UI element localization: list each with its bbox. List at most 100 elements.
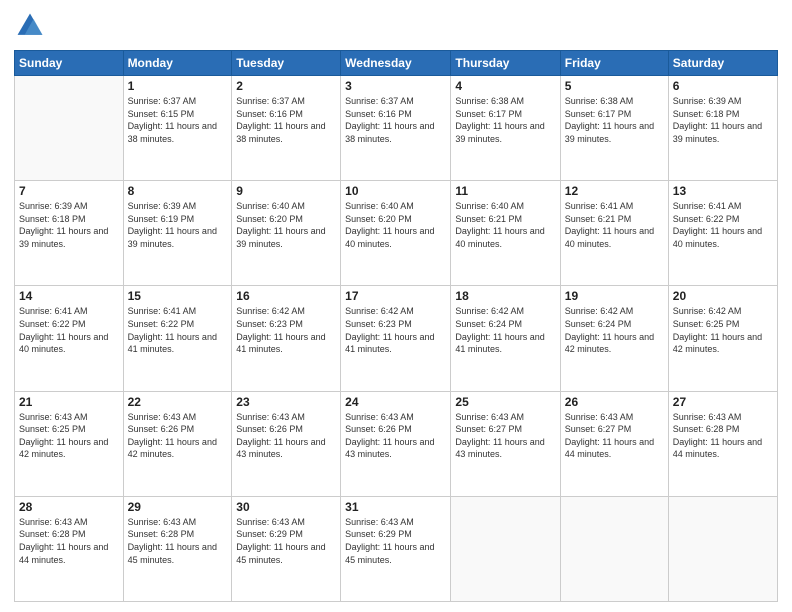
day-cell: 4 Sunrise: 6:38 AMSunset: 6:17 PMDaylight… (451, 76, 560, 181)
day-info: Sunrise: 6:41 AMSunset: 6:22 PMDaylight:… (673, 200, 773, 250)
day-number: 26 (565, 395, 664, 409)
day-cell: 11 Sunrise: 6:40 AMSunset: 6:21 PMDayligh… (451, 181, 560, 286)
week-row-3: 14 Sunrise: 6:41 AMSunset: 6:22 PMDayligh… (15, 286, 778, 391)
day-cell: 17 Sunrise: 6:42 AMSunset: 6:23 PMDayligh… (341, 286, 451, 391)
day-info: Sunrise: 6:43 AMSunset: 6:29 PMDaylight:… (345, 516, 446, 566)
week-row-5: 28 Sunrise: 6:43 AMSunset: 6:28 PMDayligh… (15, 496, 778, 601)
day-info: Sunrise: 6:37 AMSunset: 6:16 PMDaylight:… (345, 95, 446, 145)
day-cell (451, 496, 560, 601)
day-cell: 30 Sunrise: 6:43 AMSunset: 6:29 PMDayligh… (232, 496, 341, 601)
week-row-4: 21Sunrise: 6:43 AMSunset: 6:25 PMDayligh… (15, 391, 778, 496)
day-cell: 20 Sunrise: 6:42 AMSunset: 6:25 PMDayligh… (668, 286, 777, 391)
day-info: Sunrise: 6:37 AMSunset: 6:15 PMDaylight:… (128, 95, 228, 145)
day-cell: 3 Sunrise: 6:37 AMSunset: 6:16 PMDaylight… (341, 76, 451, 181)
day-cell: 15 Sunrise: 6:41 AMSunset: 6:22 PMDayligh… (123, 286, 232, 391)
day-number: 16 (236, 289, 336, 303)
day-info: Sunrise: 6:40 AMSunset: 6:21 PMDaylight:… (455, 200, 555, 250)
day-number: 27 (673, 395, 773, 409)
day-number: 5 (565, 79, 664, 93)
weekday-header-sunday: Sunday (15, 51, 124, 76)
day-info: Sunrise: 6:39 AMSunset: 6:18 PMDaylight:… (673, 95, 773, 145)
day-cell: 9Sunrise: 6:40 AMSunset: 6:20 PMDaylight… (232, 181, 341, 286)
day-cell: 23 Sunrise: 6:43 AMSunset: 6:26 PMDayligh… (232, 391, 341, 496)
day-cell: 5 Sunrise: 6:38 AMSunset: 6:17 PMDaylight… (560, 76, 668, 181)
day-info: Sunrise: 6:42 AMSunset: 6:24 PMDaylight:… (455, 305, 555, 355)
day-number: 4 (455, 79, 555, 93)
day-number: 19 (565, 289, 664, 303)
weekday-header-wednesday: Wednesday (341, 51, 451, 76)
day-cell: 19 Sunrise: 6:42 AMSunset: 6:24 PMDayligh… (560, 286, 668, 391)
day-number: 24 (345, 395, 446, 409)
day-cell: 22Sunrise: 6:43 AMSunset: 6:26 PMDayligh… (123, 391, 232, 496)
day-number: 17 (345, 289, 446, 303)
week-row-2: 7 Sunrise: 6:39 AMSunset: 6:18 PMDaylight… (15, 181, 778, 286)
weekday-header-thursday: Thursday (451, 51, 560, 76)
day-cell: 21Sunrise: 6:43 AMSunset: 6:25 PMDayligh… (15, 391, 124, 496)
day-cell: 29 Sunrise: 6:43 AMSunset: 6:28 PMDayligh… (123, 496, 232, 601)
day-number: 12 (565, 184, 664, 198)
day-number: 25 (455, 395, 555, 409)
page: SundayMondayTuesdayWednesdayThursdayFrid… (0, 0, 792, 612)
day-cell: 14Sunrise: 6:41 AMSunset: 6:22 PMDayligh… (15, 286, 124, 391)
day-number: 30 (236, 500, 336, 514)
day-info: Sunrise: 6:41 AMSunset: 6:21 PMDaylight:… (565, 200, 664, 250)
day-info: Sunrise: 6:42 AMSunset: 6:24 PMDaylight:… (565, 305, 664, 355)
day-cell: 27Sunrise: 6:43 AMSunset: 6:28 PMDayligh… (668, 391, 777, 496)
day-info: Sunrise: 6:43 AMSunset: 6:28 PMDaylight:… (19, 516, 119, 566)
day-info: Sunrise: 6:38 AMSunset: 6:17 PMDaylight:… (455, 95, 555, 145)
day-info: Sunrise: 6:41 AMSunset: 6:22 PMDaylight:… (128, 305, 228, 355)
logo-icon (14, 10, 46, 42)
day-number: 21 (19, 395, 119, 409)
day-cell: 13 Sunrise: 6:41 AMSunset: 6:22 PMDayligh… (668, 181, 777, 286)
weekday-header-row: SundayMondayTuesdayWednesdayThursdayFrid… (15, 51, 778, 76)
day-info: Sunrise: 6:37 AMSunset: 6:16 PMDaylight:… (236, 95, 336, 145)
day-number: 6 (673, 79, 773, 93)
day-number: 3 (345, 79, 446, 93)
day-cell (560, 496, 668, 601)
day-info: Sunrise: 6:38 AMSunset: 6:17 PMDaylight:… (565, 95, 664, 145)
day-cell: 24 Sunrise: 6:43 AMSunset: 6:26 PMDayligh… (341, 391, 451, 496)
day-number: 23 (236, 395, 336, 409)
day-info: Sunrise: 6:43 AMSunset: 6:27 PMDaylight:… (565, 411, 664, 461)
day-info: Sunrise: 6:43 AMSunset: 6:27 PMDaylight:… (455, 411, 555, 461)
day-cell: 31Sunrise: 6:43 AMSunset: 6:29 PMDayligh… (341, 496, 451, 601)
day-number: 20 (673, 289, 773, 303)
day-number: 28 (19, 500, 119, 514)
day-number: 10 (345, 184, 446, 198)
day-cell: 8Sunrise: 6:39 AMSunset: 6:19 PMDaylight… (123, 181, 232, 286)
day-cell: 7 Sunrise: 6:39 AMSunset: 6:18 PMDaylight… (15, 181, 124, 286)
day-number: 15 (128, 289, 228, 303)
day-cell: 16 Sunrise: 6:42 AMSunset: 6:23 PMDayligh… (232, 286, 341, 391)
day-number: 14 (19, 289, 119, 303)
day-cell: 26 Sunrise: 6:43 AMSunset: 6:27 PMDayligh… (560, 391, 668, 496)
day-cell: 25 Sunrise: 6:43 AMSunset: 6:27 PMDayligh… (451, 391, 560, 496)
week-row-1: 1Sunrise: 6:37 AMSunset: 6:15 PMDaylight… (15, 76, 778, 181)
day-number: 2 (236, 79, 336, 93)
day-cell: 6 Sunrise: 6:39 AMSunset: 6:18 PMDaylight… (668, 76, 777, 181)
day-cell: 18 Sunrise: 6:42 AMSunset: 6:24 PMDayligh… (451, 286, 560, 391)
logo (14, 10, 50, 42)
day-info: Sunrise: 6:40 AMSunset: 6:20 PMDaylight:… (345, 200, 446, 250)
day-info: Sunrise: 6:43 AMSunset: 6:28 PMDaylight:… (128, 516, 228, 566)
day-info: Sunrise: 6:42 AMSunset: 6:25 PMDaylight:… (673, 305, 773, 355)
day-cell (15, 76, 124, 181)
day-number: 13 (673, 184, 773, 198)
day-cell (668, 496, 777, 601)
day-number: 7 (19, 184, 119, 198)
day-number: 18 (455, 289, 555, 303)
day-cell: 10 Sunrise: 6:40 AMSunset: 6:20 PMDayligh… (341, 181, 451, 286)
day-info: Sunrise: 6:39 AMSunset: 6:18 PMDaylight:… (19, 200, 119, 250)
day-info: Sunrise: 6:42 AMSunset: 6:23 PMDaylight:… (236, 305, 336, 355)
day-info: Sunrise: 6:43 AMSunset: 6:26 PMDaylight:… (236, 411, 336, 461)
day-cell: 2 Sunrise: 6:37 AMSunset: 6:16 PMDaylight… (232, 76, 341, 181)
day-info: Sunrise: 6:43 AMSunset: 6:29 PMDaylight:… (236, 516, 336, 566)
day-info: Sunrise: 6:43 AMSunset: 6:26 PMDaylight:… (128, 411, 228, 461)
day-info: Sunrise: 6:43 AMSunset: 6:26 PMDaylight:… (345, 411, 446, 461)
day-info: Sunrise: 6:42 AMSunset: 6:23 PMDaylight:… (345, 305, 446, 355)
day-cell: 12 Sunrise: 6:41 AMSunset: 6:21 PMDayligh… (560, 181, 668, 286)
day-number: 9 (236, 184, 336, 198)
day-number: 8 (128, 184, 228, 198)
day-number: 29 (128, 500, 228, 514)
day-number: 11 (455, 184, 555, 198)
header (14, 10, 778, 42)
